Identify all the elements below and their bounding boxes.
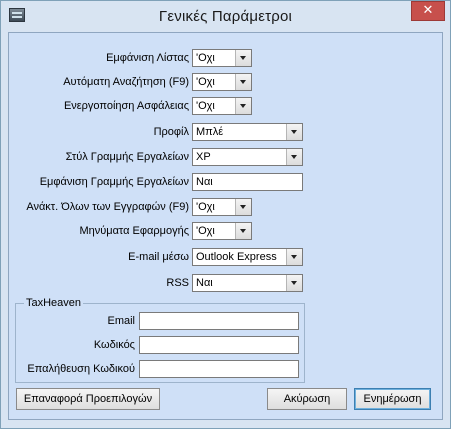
chevron-down-icon[interactable]: [235, 223, 251, 239]
dialog-body: Εμφάνιση Λίστας 'Οχι Αυτόματη Αναζήτηση …: [8, 32, 443, 420]
app-messages-label: Μηνύματα Εφαρμογής: [79, 225, 189, 237]
auto-search-label: Αυτόματη Αναζήτηση (F9): [63, 76, 189, 88]
cancel-button[interactable]: Ακύρωση: [267, 388, 347, 410]
profile-combo[interactable]: Μπλέ: [192, 123, 303, 141]
chevron-down-icon[interactable]: [235, 50, 251, 66]
profile-value: Μπλέ: [196, 126, 224, 138]
taxheaven-password-field[interactable]: [139, 336, 299, 354]
taxheaven-confirm-field[interactable]: [139, 360, 299, 378]
close-button[interactable]: ✕: [411, 1, 445, 21]
chevron-down-icon[interactable]: [286, 124, 302, 140]
settings-dialog: Γενικές Παράμετροι ✕ Εμφάνιση Λίστας 'Οχ…: [0, 0, 451, 429]
taxheaven-email-label: Email: [107, 315, 135, 327]
retrieve-all-combo[interactable]: 'Οχι: [192, 198, 252, 216]
app-messages-value: 'Οχι: [196, 225, 215, 237]
email-via-value: Outlook Express: [196, 251, 277, 263]
taxheaven-password-label: Κωδικός: [93, 339, 135, 351]
security-combo[interactable]: 'Οχι: [192, 97, 252, 115]
show-list-combo[interactable]: 'Οχι: [192, 49, 252, 67]
email-via-combo[interactable]: Outlook Express: [192, 248, 303, 266]
toolbar-style-combo[interactable]: XP: [192, 148, 303, 166]
show-toolbar-field[interactable]: Ναι: [192, 173, 303, 191]
rss-value: Ναι: [196, 277, 213, 289]
app-messages-combo[interactable]: 'Οχι: [192, 222, 252, 240]
chevron-down-icon[interactable]: [286, 149, 302, 165]
retrieve-all-value: 'Οχι: [196, 201, 215, 213]
email-via-label: E-mail μέσω: [128, 251, 189, 263]
chevron-down-icon[interactable]: [286, 275, 302, 291]
auto-search-combo[interactable]: 'Οχι: [192, 73, 252, 91]
show-list-label: Εμφάνιση Λίστας: [106, 52, 189, 64]
chevron-down-icon[interactable]: [235, 98, 251, 114]
chevron-down-icon[interactable]: [286, 249, 302, 265]
taxheaven-confirm-label: Επαλήθευση Κωδικού: [27, 363, 135, 375]
taxheaven-group-label: TaxHeaven: [24, 297, 84, 309]
show-toolbar-label: Εμφάνιση Γραμμής Εργαλείων: [39, 176, 189, 188]
profile-label: Προφίλ: [153, 126, 189, 138]
rss-label: RSS: [166, 277, 189, 289]
rss-combo[interactable]: Ναι: [192, 274, 303, 292]
dialog-title: Γενικές Παράμετροι: [158, 8, 293, 25]
chevron-down-icon[interactable]: [235, 199, 251, 215]
retrieve-all-label: Ανάκτ. Όλων των Εγγραφών (F9): [26, 201, 189, 213]
auto-search-value: 'Οχι: [196, 76, 215, 88]
toolbar-style-label: Στύλ Γραμμής Εργαλείων: [65, 151, 189, 163]
security-label: Ενεργοποίηση Ασφάλειας: [63, 100, 189, 112]
toolbar-style-value: XP: [196, 151, 211, 163]
update-button[interactable]: Ενημέρωση: [354, 388, 431, 410]
taxheaven-email-field[interactable]: [139, 312, 299, 330]
show-list-value: 'Οχι: [196, 52, 215, 64]
title-bar: Γενικές Παράμετροι ✕: [1, 1, 450, 31]
chevron-down-icon[interactable]: [235, 74, 251, 90]
security-value: 'Οχι: [196, 100, 215, 112]
reset-defaults-button[interactable]: Επαναφορά Προεπιλογών: [16, 388, 160, 410]
